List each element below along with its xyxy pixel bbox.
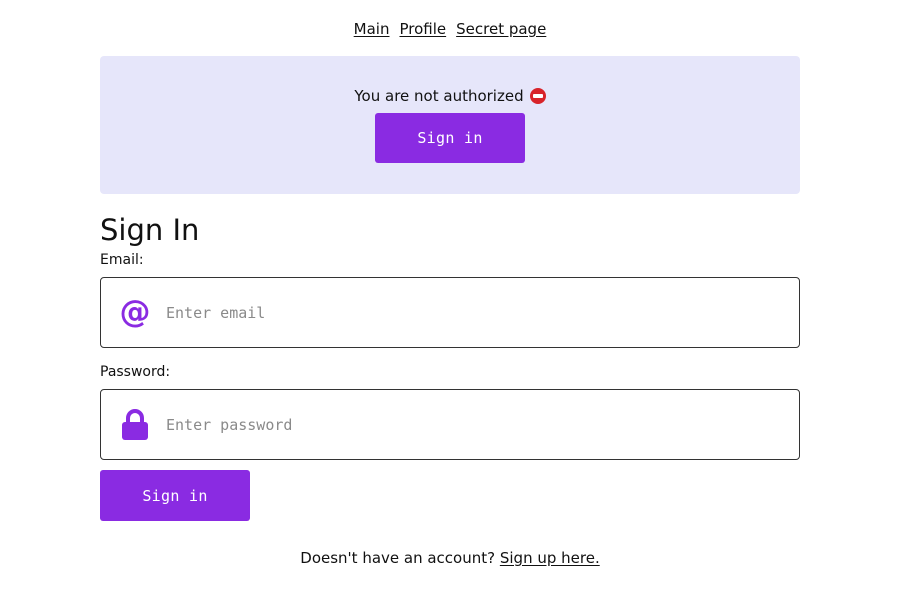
nav-link-main[interactable]: Main — [354, 20, 390, 38]
email-field[interactable]: @ — [100, 277, 800, 348]
password-input[interactable] — [166, 415, 766, 434]
unauthorized-banner: You are not authorized Sign in — [100, 56, 800, 194]
top-navigation: Main Profile Secret page — [0, 18, 900, 40]
nav-link-profile[interactable]: Profile — [399, 20, 446, 38]
lock-icon — [120, 408, 150, 440]
page: Main Profile Secret page You are not aut… — [0, 0, 900, 600]
banner-sign-in-button[interactable]: Sign in — [375, 113, 525, 163]
unauthorized-text: You are not authorized — [354, 87, 524, 105]
nav-link-secret-page[interactable]: Secret page — [456, 20, 546, 38]
password-label: Password: — [100, 364, 171, 380]
at-sign-icon: @ — [119, 294, 151, 330]
sign-up-link[interactable]: Sign up here. — [500, 549, 600, 567]
email-label: Email: — [100, 252, 144, 268]
no-entry-icon — [529, 88, 546, 104]
signup-prompt: Doesn't have an account? Sign up here. — [0, 548, 900, 568]
email-input[interactable] — [166, 303, 766, 322]
unauthorized-message: You are not authorized — [354, 86, 546, 106]
password-field[interactable] — [100, 389, 800, 460]
sign-in-submit-button[interactable]: Sign in — [100, 470, 250, 521]
page-title: Sign In — [100, 213, 200, 247]
signup-prompt-text: Doesn't have an account? — [300, 549, 496, 567]
